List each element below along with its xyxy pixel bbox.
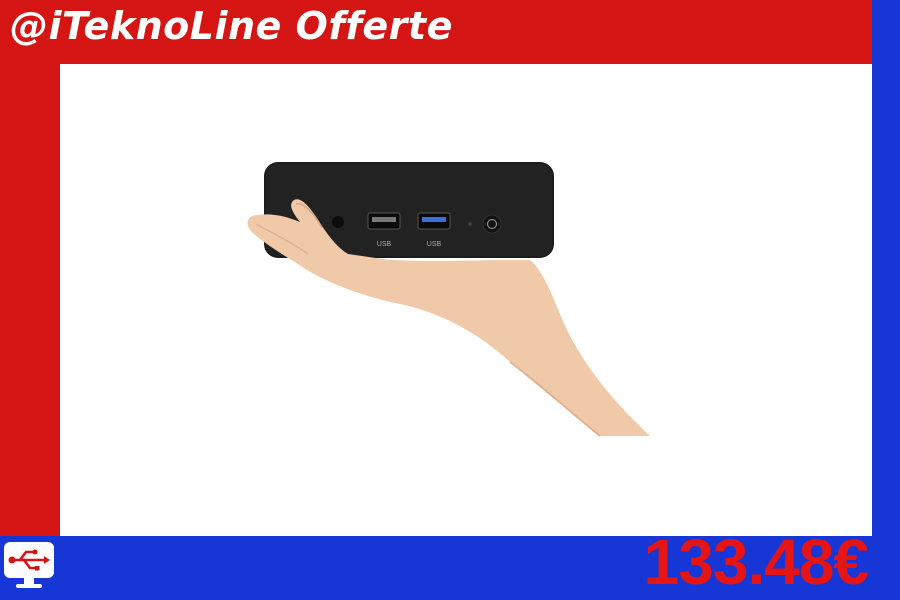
price-label: 133.48€ bbox=[643, 526, 869, 598]
power-button-icon bbox=[482, 214, 502, 234]
brand-title: @iTeknoLine Offerte bbox=[10, 4, 453, 48]
usb-monitor-icon bbox=[4, 542, 54, 588]
audio-jack-icon bbox=[332, 216, 344, 228]
product-image-area: USB USB bbox=[60, 64, 872, 536]
blue-side-band bbox=[872, 0, 900, 600]
led-icon bbox=[468, 222, 472, 226]
usb-label-2: USB bbox=[427, 241, 442, 248]
mini-pc-in-hand-image: USB USB bbox=[247, 162, 650, 437]
usb-label-1: USB bbox=[377, 241, 392, 248]
